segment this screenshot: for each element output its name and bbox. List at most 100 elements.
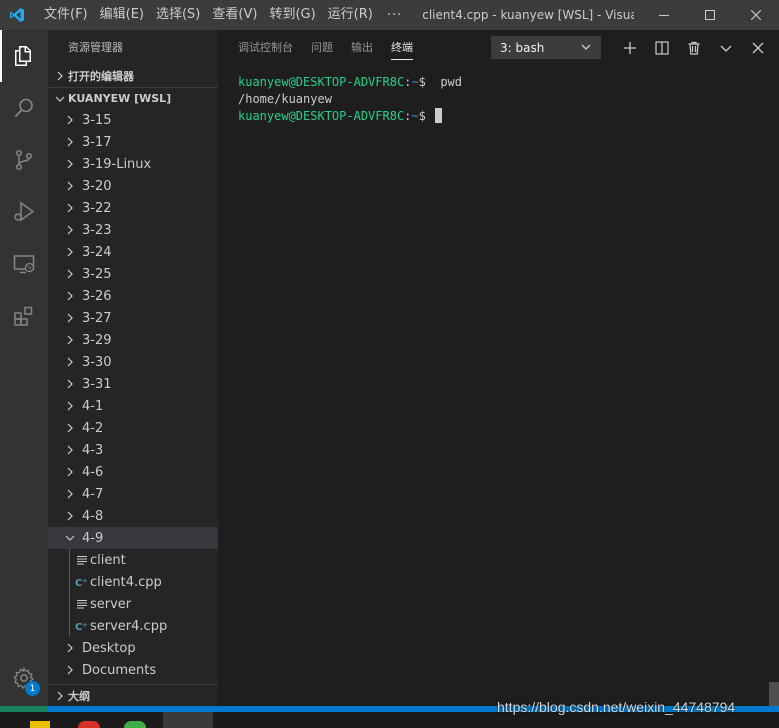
menu-item[interactable]: 文件(F) xyxy=(38,0,94,30)
minimize-icon[interactable] xyxy=(641,0,687,30)
cpp-icon: C + xyxy=(74,620,90,632)
chevron-right-icon xyxy=(62,351,78,373)
chevron-right-icon xyxy=(62,329,78,351)
taskbar-app-icon[interactable] xyxy=(124,721,146,728)
workspace-section[interactable]: KUANYEW [WSL] xyxy=(48,87,218,109)
chevron-right-icon xyxy=(52,71,68,81)
remote-explorer-icon[interactable] xyxy=(0,238,48,290)
tree-folder[interactable]: 3-22 xyxy=(48,197,218,219)
menu-item[interactable]: 转到(G) xyxy=(263,0,321,30)
terminal-user: kuanyew@DESKTOP-ADVFR8C xyxy=(238,75,405,89)
svg-text:+: + xyxy=(82,577,88,585)
tree-folder[interactable]: 4-1 xyxy=(48,395,218,417)
chevron-down-icon xyxy=(52,95,68,103)
tree-folder-label: 3-26 xyxy=(82,288,112,304)
tree-file[interactable]: C + client4.cpp xyxy=(48,571,218,593)
terminal-path: ~ xyxy=(411,75,419,89)
tree-folder-label: 3-24 xyxy=(82,244,112,260)
tree-file[interactable]: C + server4.cpp xyxy=(48,615,218,637)
file-tree: 3-15 3-17 3-19-Linux 3-20 3-22 3-23 3-24 3-25 3-… xyxy=(48,109,218,681)
tree-folder[interactable]: 3-29 xyxy=(48,329,218,351)
terminal-scrollbar[interactable] xyxy=(769,682,779,706)
tree-folder[interactable]: 3-31 xyxy=(48,373,218,395)
terminal-panel: 调试控制台 问题 输出 终端 3: bash kuanyew@DESKTOP-ADVF… xyxy=(218,30,779,706)
split-terminal-icon[interactable] xyxy=(646,30,678,65)
tree-folder-label: 3-31 xyxy=(82,376,112,392)
tree-folder[interactable]: 4-9 xyxy=(48,527,218,549)
chevron-right-icon xyxy=(52,691,68,701)
tree-file[interactable]: server xyxy=(48,593,218,615)
chevron-down-icon xyxy=(580,41,592,56)
tree-folder[interactable]: Documents xyxy=(48,659,218,681)
chevron-right-icon xyxy=(62,263,78,285)
tree-folder-label: Desktop xyxy=(82,640,136,656)
search-icon[interactable] xyxy=(0,82,48,134)
tree-folder[interactable]: 3-25 xyxy=(48,263,218,285)
chevron-right-icon xyxy=(62,505,78,527)
tree-folder[interactable]: 3-17 xyxy=(48,131,218,153)
chevron-right-icon xyxy=(62,131,78,153)
tree-file[interactable]: client xyxy=(48,549,218,571)
tree-folder[interactable]: 4-7 xyxy=(48,483,218,505)
open-editors-section[interactable]: 打开的编辑器 xyxy=(48,65,218,87)
tree-folder-label: 3-25 xyxy=(82,266,112,282)
outline-section[interactable]: 大纲 xyxy=(48,684,218,706)
settings-gear-icon[interactable]: 1 xyxy=(0,654,48,702)
cpp-icon: C + xyxy=(74,576,90,588)
source-control-icon[interactable] xyxy=(0,134,48,186)
tree-folder-label: 4-7 xyxy=(82,486,104,502)
tree-folder[interactable]: 3-24 xyxy=(48,241,218,263)
taskbar-vscode-icon[interactable] xyxy=(163,712,213,728)
tree-folder-label: 3-22 xyxy=(82,200,112,216)
activity-bar: 1 xyxy=(0,30,48,706)
extensions-icon[interactable] xyxy=(0,290,48,342)
tree-folder[interactable]: 4-8 xyxy=(48,505,218,527)
tree-folder-label: Documents xyxy=(82,662,157,678)
panel-tab[interactable]: 调试控制台 xyxy=(229,30,302,65)
tree-folder[interactable]: 4-6 xyxy=(48,461,218,483)
panel-tab[interactable]: 问题 xyxy=(302,30,342,65)
terminal-cursor xyxy=(435,108,443,123)
terminal-line: /home/kuanyew xyxy=(238,91,462,108)
maximize-icon[interactable] xyxy=(687,0,733,30)
tree-folder[interactable]: 4-2 xyxy=(48,417,218,439)
tree-folder[interactable]: 3-20 xyxy=(48,175,218,197)
tree-folder[interactable]: 3-23 xyxy=(48,219,218,241)
tree-folder[interactable]: Desktop xyxy=(48,637,218,659)
more-menu-icon[interactable]: ··· xyxy=(379,8,416,23)
menu-item[interactable]: 选择(S) xyxy=(150,0,206,30)
new-terminal-plus-icon[interactable] xyxy=(614,30,646,65)
menu-item[interactable]: 查看(V) xyxy=(206,0,263,30)
run-debug-icon[interactable] xyxy=(0,186,48,238)
tree-folder[interactable]: 3-15 xyxy=(48,109,218,131)
tree-folder[interactable]: 3-26 xyxy=(48,285,218,307)
explorer-icon[interactable] xyxy=(0,30,48,82)
explorer-sidebar: 资源管理器 打开的编辑器 KUANYEW [WSL] 3-15 3-17 3-19-… xyxy=(48,30,218,706)
chevron-right-icon xyxy=(62,373,78,395)
tree-folder-label: 4-6 xyxy=(82,464,104,480)
tree-folder[interactable]: 4-3 xyxy=(48,439,218,461)
panel-actions xyxy=(614,30,774,65)
taskbar-app-icon[interactable] xyxy=(78,721,100,728)
terminal-select[interactable]: 3: bash xyxy=(491,36,601,59)
tree-folder[interactable]: 3-27 xyxy=(48,307,218,329)
kill-terminal-trash-icon[interactable] xyxy=(678,30,710,65)
chevron-right-icon xyxy=(62,109,78,131)
menu-item[interactable]: 运行(R) xyxy=(322,0,379,30)
close-panel-icon[interactable] xyxy=(742,30,774,65)
tree-folder[interactable]: 3-30 xyxy=(48,351,218,373)
menu-item[interactable]: 编辑(E) xyxy=(94,0,150,30)
maximize-panel-chevron-icon[interactable] xyxy=(710,30,742,65)
panel-tab[interactable]: 终端 xyxy=(382,30,422,65)
terminal-output-text: /home/kuanyew xyxy=(238,92,332,106)
watermark-url: https://blog.csdn.net/weixin_44748794 xyxy=(497,699,736,715)
tree-folder-label: 4-8 xyxy=(82,508,104,524)
terminal-select-value: 3: bash xyxy=(500,40,545,55)
close-window-icon[interactable] xyxy=(733,0,779,30)
window-controls xyxy=(641,0,779,30)
tree-folder[interactable]: 3-19-Linux xyxy=(48,153,218,175)
panel-tab[interactable]: 输出 xyxy=(342,30,382,65)
taskbar-app-icon[interactable] xyxy=(30,721,50,728)
chevron-right-icon xyxy=(62,439,78,461)
terminal-output[interactable]: kuanyew@DESKTOP-ADVFR8C:~$ pwd /home/kua… xyxy=(238,74,462,125)
